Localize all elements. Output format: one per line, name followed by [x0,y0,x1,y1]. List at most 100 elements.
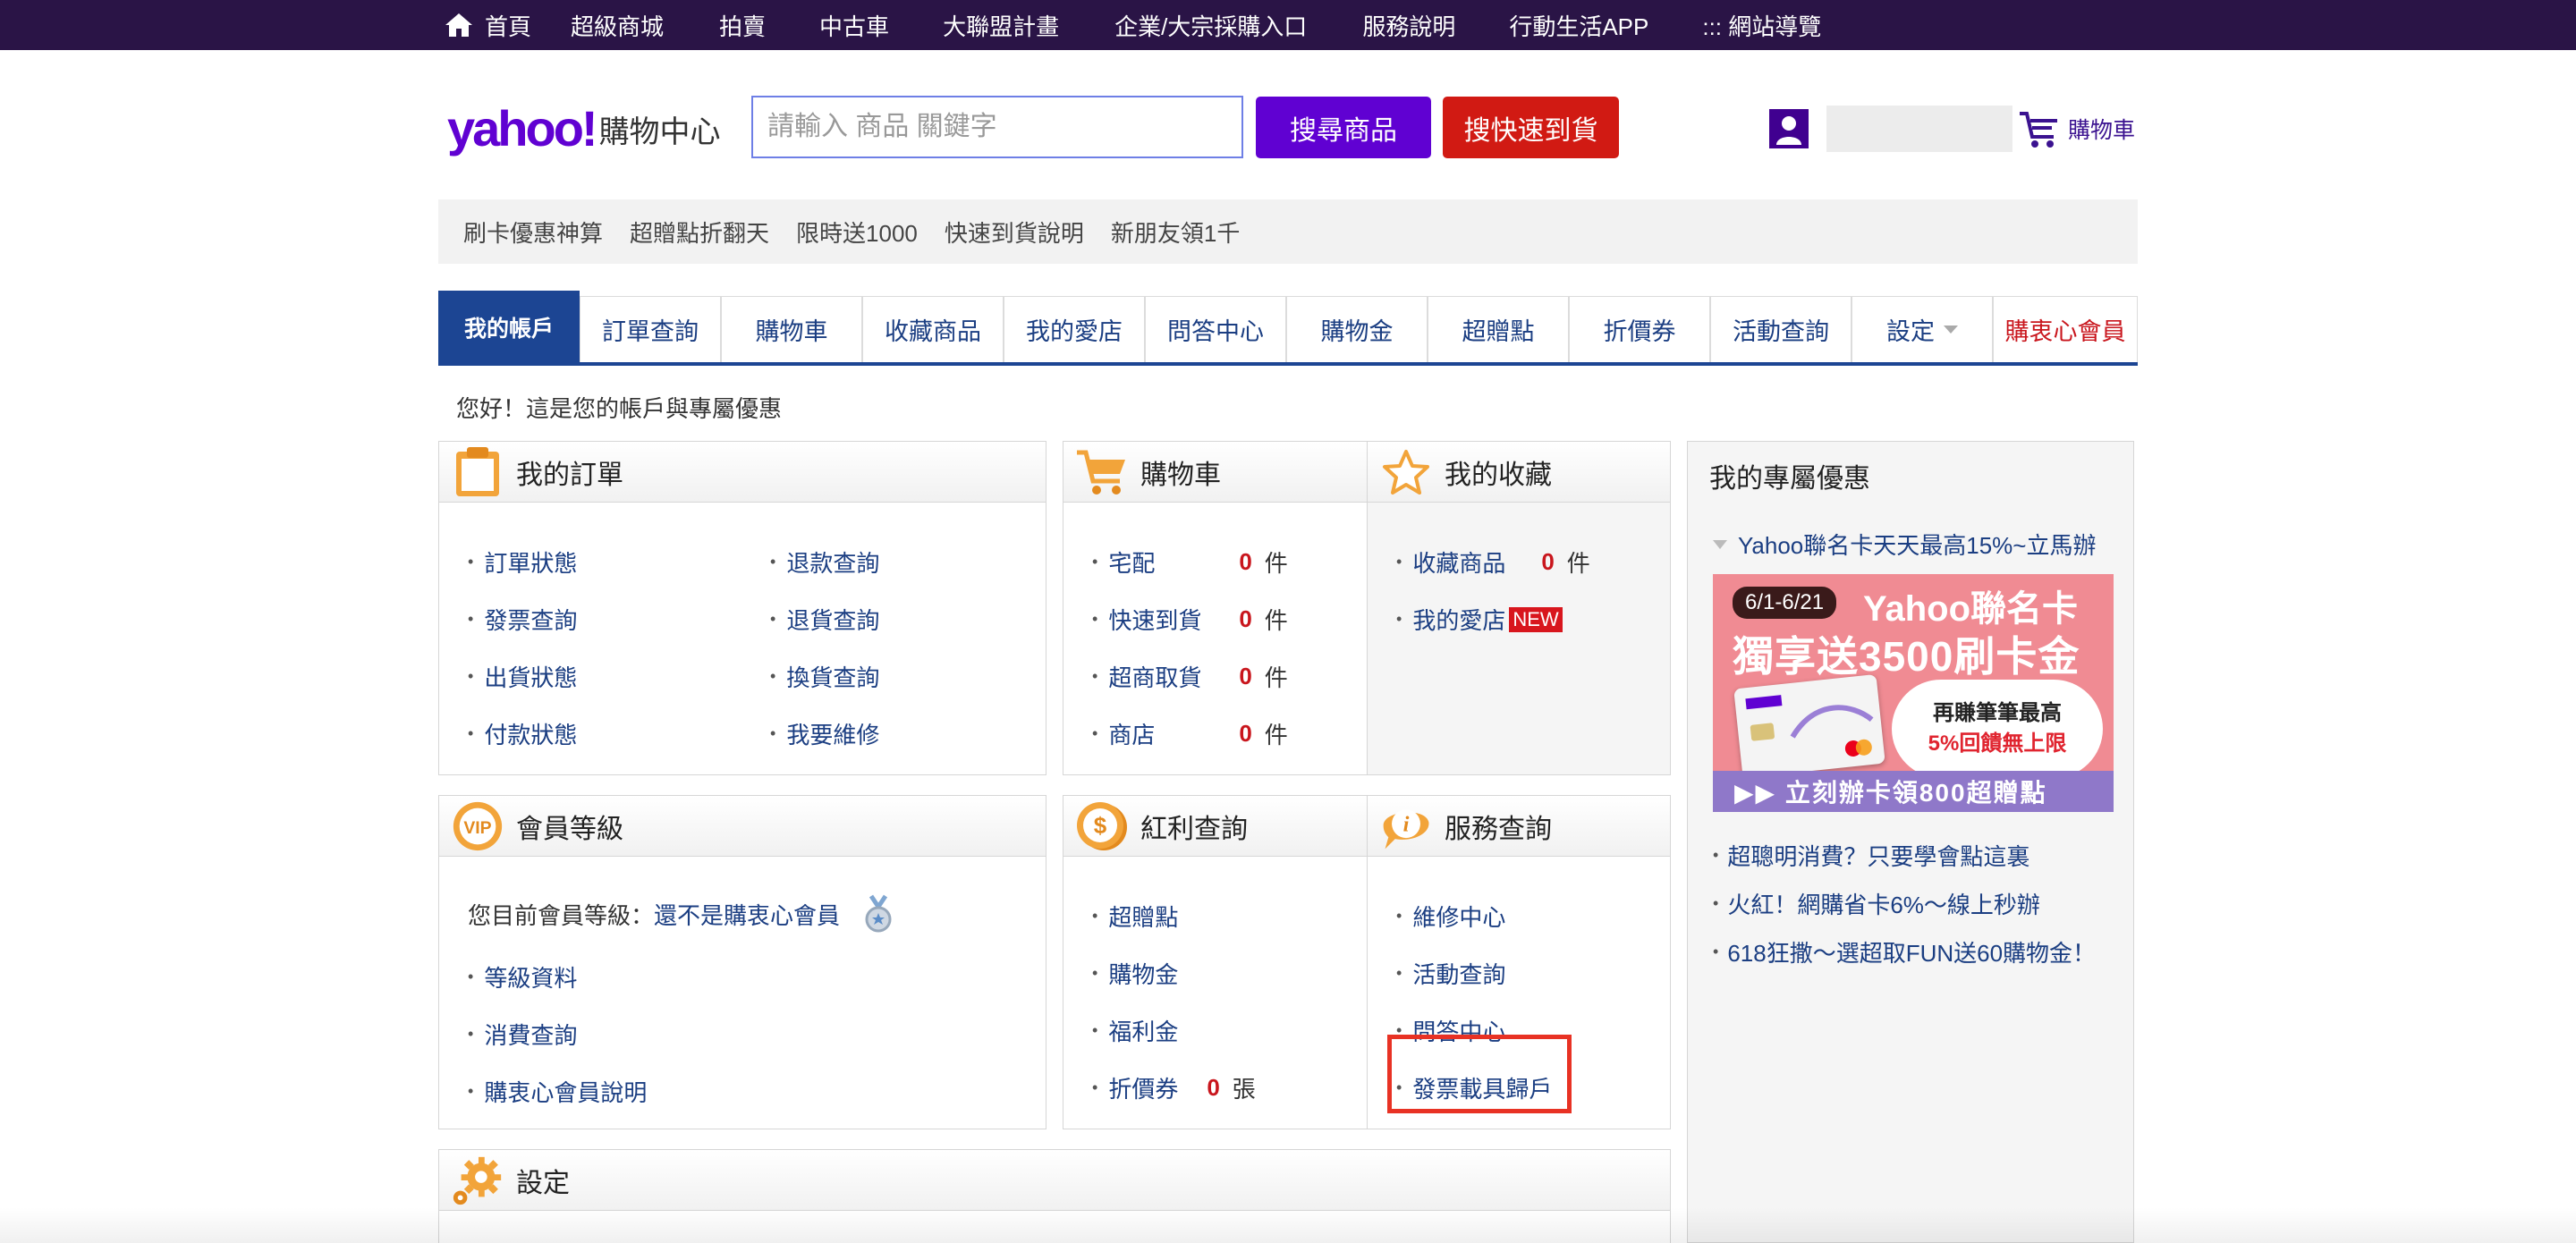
promo-links-bar: 刷卡優惠神算 超贈點折翻天 限時送1000 快速到貨說明 新朋友領1千 [438,199,2138,264]
search-fast-delivery-button[interactable]: 搜快速到貨 [1443,97,1619,158]
link-repair-center[interactable]: 維修中心 [1396,900,1505,933]
banner-bubble-line2: 5%回饋無上限 [1928,731,2067,756]
topnav-home[interactable]: 首頁 [444,9,531,42]
tab-favorite-items[interactable]: 收藏商品 [862,296,1004,362]
tab-shopping-credit[interactable]: 購物金 [1286,296,1428,362]
member-level-title: 會員等級 [516,814,623,844]
home-icon [445,13,472,37]
tab-bonus-points[interactable]: 超贈點 [1428,296,1569,362]
favorites-header: 我的收藏 [1368,442,1670,503]
settings-header: 設定 [439,1150,1670,1211]
tab-coupons[interactable]: 折價券 [1569,296,1710,362]
promo-link-limited-1000[interactable]: 限時送1000 [796,216,918,249]
link-repair-request[interactable]: 我要維修 [770,717,879,750]
my-orders-header: 我的訂單 [439,442,1046,503]
tab-qa-center[interactable]: 問答中心 [1145,296,1286,362]
co-brand-card-text: Yahoo聯名卡天天最高15%~立馬辦 [1738,532,2097,559]
topnav-home-label: 首頁 [485,13,532,40]
favorites-stores-row[interactable]: 我的愛店 NEW [1396,603,1563,636]
search-input[interactable] [751,96,1243,158]
highlight-box [1387,1035,1572,1113]
favorites-items-count: 0 [1541,548,1555,575]
favorites-items-row[interactable]: 收藏商品 0 件 [1396,545,1589,579]
banner-date: 6/1-6/21 [1733,587,1837,619]
tab-settings[interactable]: 設定 [1852,296,1993,362]
promo-link-bonus-points[interactable]: 超贈點折翻天 [630,216,769,249]
banner-main-text: 獨享送3500刷卡金 [1733,633,2080,680]
cart-row-home-delivery[interactable]: 宅配 0 件 [1092,545,1288,579]
promo-link-card-calc[interactable]: 刷卡優惠神算 [463,216,603,249]
svg-text:i: i [1403,812,1410,836]
exclusive-offers-title: 我的專屬優惠 [1709,464,1870,494]
link-vip-member-info[interactable]: 購衷心會員說明 [468,1075,647,1108]
coupon-label: 折價券 [1108,1076,1179,1103]
link-refund-query[interactable]: 退款查詢 [770,545,879,579]
tab-vip-member[interactable]: 購衷心會員 [1993,296,2138,362]
cart-title: 購物車 [1140,460,1221,490]
favorites-panel: 我的收藏 收藏商品 0 件 我的愛店 NEW [1367,441,1671,775]
cart-row-shop[interactable]: 商店 0 件 [1092,717,1288,750]
banner-bottom-text: ▶▶ 立刻辦卡領800超贈點 [1713,771,2114,812]
cart-body: 宅配 0 件 快速到貨 0 件 超商取貨 0 件 商店 0 件 [1063,503,1368,774]
coupon-unit: 張 [1232,1076,1256,1103]
exclusive-link-618-promo[interactable]: 618狂撒～選超取FUN送60購物金！ [1713,935,2096,968]
cart-unit: 件 [1264,722,1288,748]
service-query-header: i 服務查詢 [1368,796,1670,857]
topnav-league-program[interactable]: 大聯盟計畫 [943,9,1059,42]
coupon-count: 0 [1207,1074,1220,1101]
header-cart-link[interactable]: 購物車 [2018,108,2135,149]
link-shipping-status[interactable]: 出貨狀態 [468,660,577,693]
topnav-mobile-app[interactable]: 行動生活APP [1509,9,1648,42]
link-activity-query[interactable]: 活動查詢 [1396,957,1505,990]
link-shopping-credit[interactable]: 購物金 [1092,957,1178,990]
my-orders-title: 我的訂單 [516,460,623,490]
user-name-placeholder[interactable] [1826,106,2012,152]
exclusive-link-smart-spending[interactable]: 超聰明消費？只要學會點這裏 [1713,839,2029,872]
member-level-value[interactable]: 還不是購衷心會員 [654,898,840,931]
co-brand-card-link[interactable]: Yahoo聯名卡天天最高15%~立馬辦 [1713,528,2096,561]
cart-row-store-pickup[interactable]: 超商取貨 0 件 [1092,660,1287,693]
info-icon: i [1378,799,1434,854]
promo-link-new-friend[interactable]: 新朋友領1千 [1111,216,1240,249]
yahoo-shopping-logo[interactable]: yahoo! 購物中心 [447,100,721,154]
exclusive-link-card-save[interactable]: 火紅！網購省卡6%～線上秒辦 [1713,887,2040,920]
tab-order-query[interactable]: 訂單查詢 [580,296,721,362]
link-welfare-credit[interactable]: 福利金 [1092,1014,1178,1047]
top-nav: 首頁 超級商城 拍賣 中古車 大聯盟計畫 企業/大宗採購入口 服務說明 行動生活… [444,0,1821,50]
tab-activity-query[interactable]: 活動查詢 [1710,296,1852,362]
tab-favorite-stores[interactable]: 我的愛店 [1004,296,1145,362]
link-order-status[interactable]: 訂單狀態 [468,545,577,579]
topnav-site-map[interactable]: ::: 網站導覽 [1702,9,1821,42]
link-spending-query[interactable]: 消費查詢 [468,1018,577,1051]
cart-label: 宅配 [1108,550,1156,577]
credit-card-image [1733,673,1885,779]
user-avatar-icon[interactable] [1769,109,1809,148]
link-bonus-points[interactable]: 超贈點 [1092,900,1178,933]
coin-icon: $ [1074,799,1130,854]
coupon-row[interactable]: 折價券 0 張 [1092,1071,1256,1104]
topnav-auction[interactable]: 拍賣 [719,9,766,42]
topnav-used-car[interactable]: 中古車 [819,9,889,42]
topnav-enterprise[interactable]: 企業/大宗採購入口 [1114,9,1307,42]
banner-bubble: 再賺筆筆最高 5%回饋無上限 [1892,680,2103,778]
cart-unit: 件 [1264,550,1288,577]
tab-my-account[interactable]: 我的帳戶 [438,291,580,362]
link-return-query[interactable]: 退貨查詢 [770,603,879,636]
link-invoice-query[interactable]: 發票查詢 [468,603,577,636]
bottom-shadow [0,1207,2576,1243]
cart-row-fast-delivery[interactable]: 快速到貨 0 件 [1092,603,1287,636]
link-level-info[interactable]: 等級資料 [468,960,577,994]
vip-icon: VIP [450,799,505,854]
topnav-super-mall[interactable]: 超級商城 [571,9,664,42]
promo-link-fast-delivery[interactable]: 快速到貨說明 [945,216,1084,249]
cart-count: 0 [1239,548,1252,575]
svg-text:VIP: VIP [463,817,491,837]
tab-cart[interactable]: 購物車 [721,296,862,362]
member-level-panel: VIP 會員等級 您目前會員等級： 還不是購衷心會員 等級資料 消費查詢 購衷心… [438,795,1046,1129]
search-products-button[interactable]: 搜尋商品 [1256,97,1431,158]
link-exchange-query[interactable]: 換貨查詢 [770,660,879,693]
topnav-service[interactable]: 服務說明 [1362,9,1455,42]
favorites-stores-label: 我的愛店 [1412,607,1506,634]
co-brand-card-banner[interactable]: 6/1-6/21 Yahoo聯名卡 獨享送3500刷卡金 再賺筆筆最高 5%回饋… [1713,574,2114,812]
link-payment-status[interactable]: 付款狀態 [468,717,577,750]
